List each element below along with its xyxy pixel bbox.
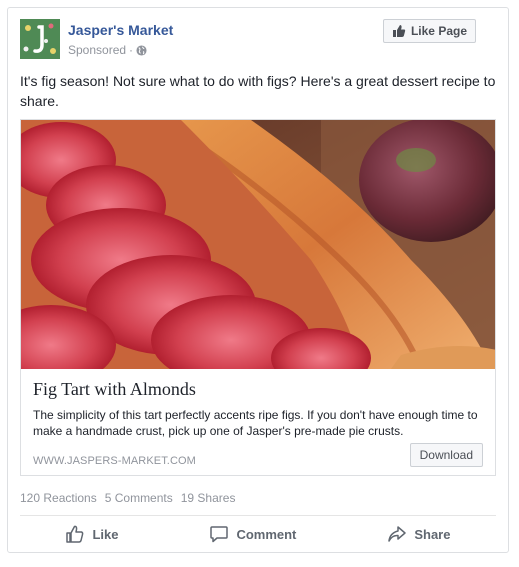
- link-info[interactable]: Fig Tart with Almonds The simplicity of …: [21, 369, 495, 475]
- link-title[interactable]: Fig Tart with Almonds: [33, 379, 196, 400]
- post-header: Jasper's Market Sponsored · Like Page: [20, 19, 496, 63]
- link-attachment[interactable]: Fig Tart with Almonds The simplicity of …: [20, 119, 496, 476]
- post-message: It's fig season! Not sure what to do wit…: [20, 73, 496, 109]
- like-label: Like: [92, 526, 119, 542]
- fig-tart-photo[interactable]: [21, 120, 496, 369]
- comment-icon: [210, 526, 229, 543]
- comment-button[interactable]: Comment: [209, 524, 296, 544]
- like-page-label: Like Page: [410, 24, 467, 38]
- link-description: The simplicity of this tart perfectly ac…: [33, 408, 478, 438]
- like-button[interactable]: Like: [65, 524, 118, 544]
- reactions-count[interactable]: 120 Reactions: [20, 491, 97, 505]
- share-button[interactable]: Share: [387, 524, 450, 544]
- divider: [20, 515, 496, 516]
- page-avatar[interactable]: [20, 19, 60, 59]
- sponsored-post: Jasper's Market Sponsored · Like Page It…: [7, 7, 509, 553]
- sponsored-label[interactable]: Sponsored: [68, 43, 126, 57]
- page-name-link[interactable]: Jasper's Market: [68, 22, 173, 38]
- download-button[interactable]: Download: [409, 443, 483, 467]
- separator-dot: ·: [129, 43, 134, 57]
- action-bar: Like Comment Share: [20, 518, 496, 550]
- thumbs-up-icon: [66, 525, 84, 543]
- engagement-stats: 120 Reactions 5 Comments 19 Shares: [20, 491, 235, 505]
- share-icon: [388, 526, 407, 542]
- comments-count[interactable]: 5 Comments: [105, 491, 173, 505]
- like-page-button[interactable]: Like Page: [382, 19, 476, 43]
- globe-icon: [136, 44, 147, 56]
- shares-count[interactable]: 19 Shares: [181, 491, 236, 505]
- sponsored-line: Sponsored ·: [68, 43, 147, 57]
- link-domain: WWW.JASPERS-MARKET.COM: [33, 455, 196, 467]
- thumbs-up-icon: [392, 25, 406, 37]
- share-label: Share: [414, 526, 451, 542]
- comment-label: Comment: [236, 526, 297, 542]
